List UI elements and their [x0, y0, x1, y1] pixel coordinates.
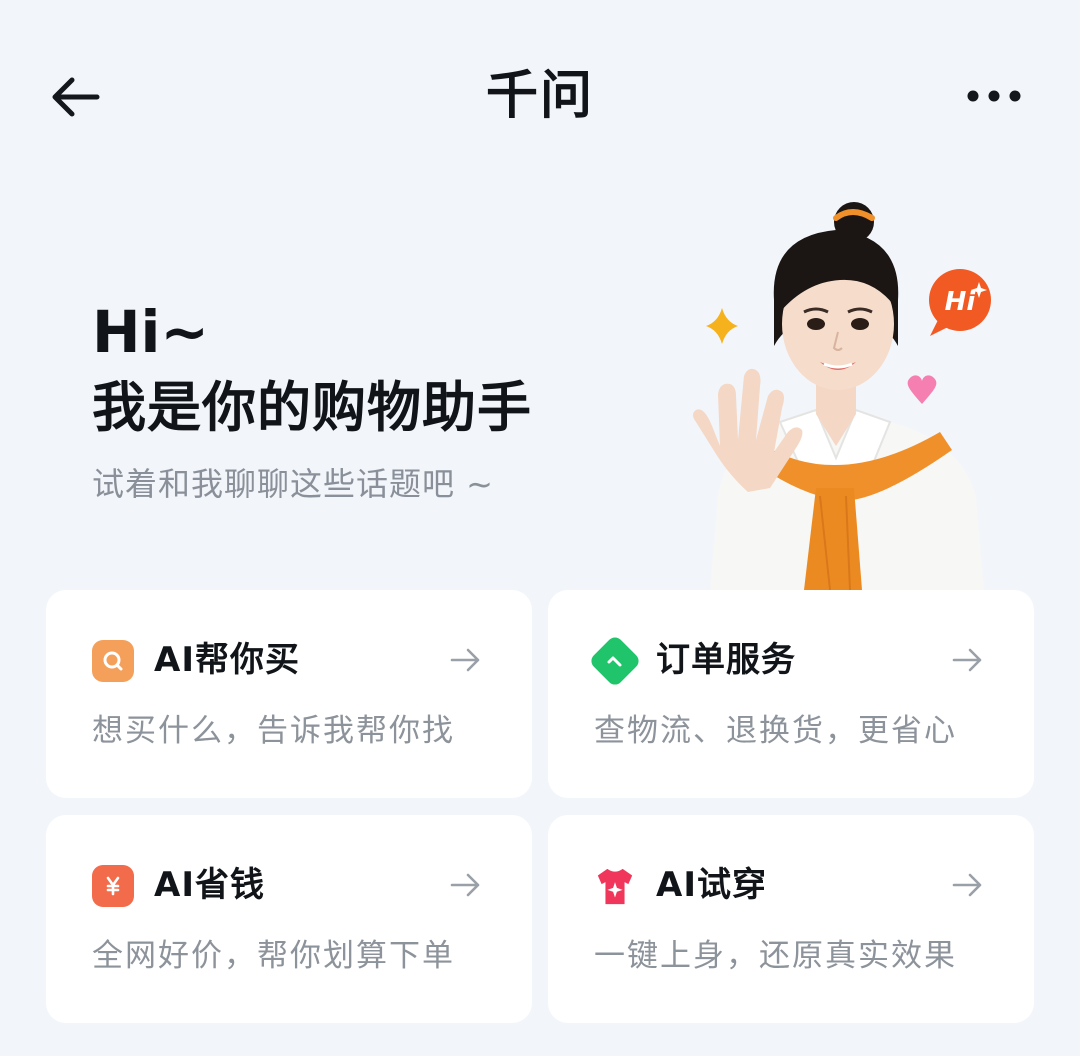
card-order-service[interactable]: 订单服务 查物流、退换货，更省心 — [548, 590, 1034, 798]
heart-icon — [907, 375, 937, 404]
yen-coupon-icon — [92, 865, 134, 907]
hero-subtitle: 试着和我聊聊这些话题吧 ~ — [92, 465, 494, 503]
card-subtitle: 想买什么，告诉我帮你找 — [92, 713, 455, 749]
card-ai-save-money[interactable]: AI省钱 全网好价，帮你划算下单 — [46, 815, 532, 1023]
arrow-right-icon — [450, 648, 480, 672]
star-sparkle-icon — [706, 308, 738, 344]
order-box-icon — [588, 634, 642, 688]
card-title: AI省钱 — [154, 865, 265, 905]
page-title: 千问 — [485, 66, 594, 126]
card-ai-try-on[interactable]: AI试穿 一键上身，还原真实效果 — [548, 815, 1034, 1023]
assistant-avatar-illustration: Hi — [640, 196, 1020, 591]
greeting: Hi~ — [92, 298, 210, 366]
hero-title: 我是你的购物助手 — [92, 376, 532, 439]
more-horizontal-icon — [967, 90, 1021, 102]
tshirt-icon — [594, 865, 636, 907]
card-subtitle: 一键上身，还原真实效果 — [594, 938, 957, 974]
card-ai-buy[interactable]: AI帮你买 想买什么，告诉我帮你找 — [46, 590, 532, 798]
svg-text:Hi: Hi — [945, 287, 977, 317]
card-title: AI试穿 — [656, 865, 767, 905]
search-icon — [92, 640, 134, 682]
hi-badge-icon: Hi — [929, 269, 991, 336]
more-button[interactable] — [958, 72, 1030, 120]
card-subtitle: 查物流、退换货，更省心 — [594, 713, 957, 749]
top-bar: 千问 — [0, 0, 1080, 190]
arrow-right-icon — [952, 648, 982, 672]
card-title: 订单服务 — [656, 640, 796, 680]
card-subtitle: 全网好价，帮你划算下单 — [92, 938, 455, 974]
arrow-right-icon — [952, 873, 982, 897]
card-title: AI帮你买 — [154, 640, 300, 680]
arrow-right-icon — [450, 873, 480, 897]
